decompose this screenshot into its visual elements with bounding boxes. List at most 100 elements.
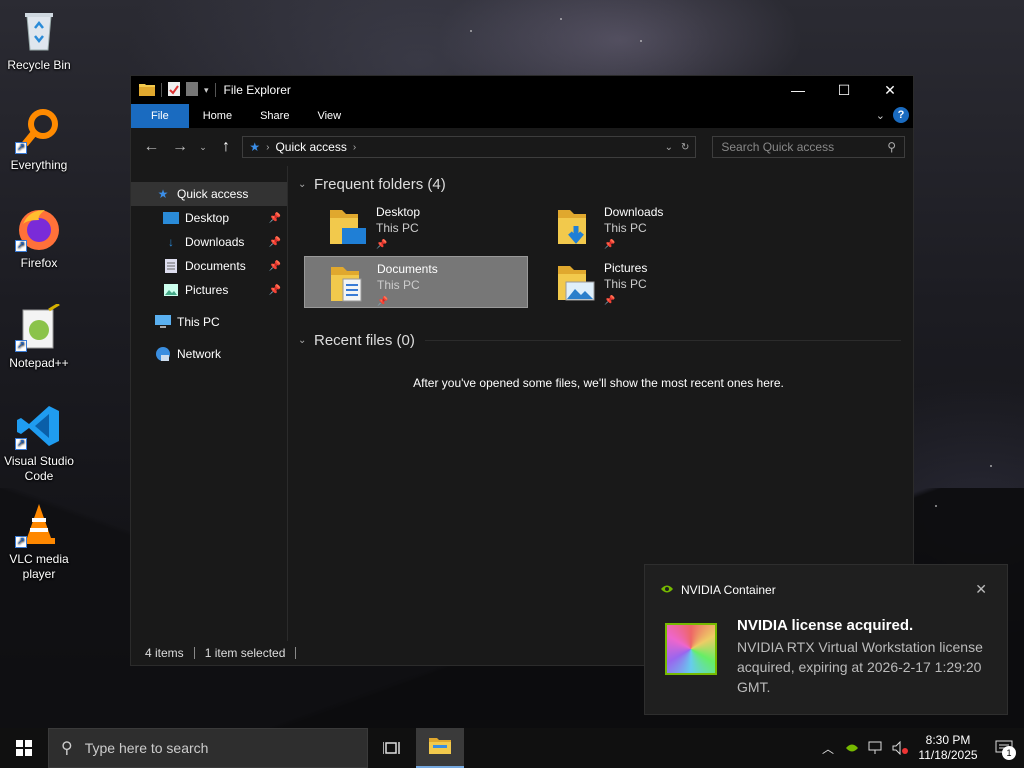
pin-icon: 📌 [604, 295, 616, 305]
folder-location: This PC [376, 221, 419, 235]
firefox-icon: ↗ [15, 204, 63, 252]
navigation-pane[interactable]: ★ Quick access Desktop 📌 ↓ Downloads 📌 D… [131, 166, 288, 641]
group-title: Frequent folders (4) [314, 175, 446, 193]
shortcut-arrow-icon: ↗ [15, 536, 27, 548]
refresh-icon[interactable]: ↻ [681, 142, 689, 153]
help-icon[interactable]: ? [893, 107, 909, 123]
close-icon[interactable]: ✕ [975, 581, 987, 598]
customize-toolbar-icon[interactable]: ▾ [204, 85, 209, 96]
toolbar-separator [214, 83, 216, 97]
nav-item-label: Pictures [185, 283, 229, 297]
quick-access-toolbar: ▾ [131, 81, 216, 99]
search-box[interactable]: Search Quick access ⚲ [712, 136, 906, 158]
nav-item-label: Network [177, 347, 222, 361]
tab-share[interactable]: Share [246, 104, 303, 128]
taskbar-search-box[interactable]: ⚲ Type here to search [48, 728, 368, 768]
pin-icon: 📌 [268, 284, 281, 296]
collapse-chevron-icon[interactable]: ⌄ [298, 179, 314, 190]
forward-arrow-icon[interactable]: → [168, 135, 193, 159]
documents-icon [163, 258, 179, 274]
folder-name: Desktop [376, 205, 421, 219]
desktop-icon-firefox[interactable]: ↗ Firefox [2, 204, 76, 271]
desktop-icon-vlc[interactable]: ↗ VLC media player [2, 500, 76, 582]
desktop-icon-notepadpp[interactable]: ↗ Notepad++ [2, 302, 76, 371]
pin-icon: 📌 [377, 296, 389, 306]
desktop-icon-recycle-bin[interactable]: Recycle Bin [2, 6, 76, 73]
new-folder-icon[interactable] [186, 81, 198, 99]
nav-item-downloads[interactable]: ↓ Downloads 📌 [131, 230, 287, 254]
this-pc-icon [155, 314, 171, 330]
desktop-icon-vscode[interactable]: ↗ Visual Studio Code [2, 402, 76, 484]
nav-item-quick-access[interactable]: ★ Quick access [131, 182, 287, 206]
folder-tile-desktop[interactable]: Desktop This PC 📌 [304, 200, 528, 252]
folder-name: Pictures [604, 261, 648, 275]
folder-tile-documents[interactable]: Documents This PC 📌 [304, 256, 528, 308]
breadcrumb-quick-access[interactable]: Quick access [275, 140, 346, 154]
folder-tile-pictures[interactable]: Pictures This PC 📌 [532, 256, 756, 308]
title-bar[interactable]: ▾ File Explorer — ☐ ✕ [131, 76, 913, 104]
search-icon: ⚲ [61, 740, 73, 757]
folder-name: Documents [377, 262, 438, 276]
properties-icon[interactable] [168, 81, 180, 99]
nav-item-network[interactable]: Network [131, 342, 287, 366]
navigation-bar: ← → ⌄ ↑ ★ › Quick access › ⌄ ↻ Search Qu… [131, 128, 913, 166]
task-view-icon[interactable] [368, 728, 416, 768]
frequent-folders-header[interactable]: ⌄ Frequent folders (4) [296, 170, 913, 198]
maximize-icon[interactable]: ☐ [821, 76, 867, 104]
minimize-icon[interactable]: — [775, 76, 821, 104]
vlc-icon: ↗ [15, 500, 63, 548]
breadcrumb-separator-icon[interactable]: › [266, 142, 269, 153]
search-placeholder: Search Quick access [721, 140, 835, 154]
recent-files-header[interactable]: ⌄ Recent files (0) [296, 326, 913, 354]
pin-icon: 📌 [268, 236, 281, 248]
taskbar: ⚲ Type here to search ︿ 8:30 PM 11/18/20… [0, 728, 1024, 768]
clock[interactable]: 8:30 PM 11/18/2025 [912, 733, 984, 763]
taskbar-file-explorer[interactable] [416, 728, 464, 768]
network-tray-icon[interactable] [864, 741, 888, 755]
address-bar[interactable]: ★ › Quick access › ⌄ ↻ [242, 136, 697, 158]
system-tray: ︿ 8:30 PM 11/18/2025 1 [816, 728, 1024, 768]
folder-tile-downloads[interactable]: Downloads This PC 📌 [532, 200, 756, 252]
nav-item-label: Desktop [185, 211, 230, 225]
up-arrow-icon[interactable]: ↑ [214, 135, 239, 159]
pictures-icon [163, 282, 179, 298]
desktop-icon-label: Firefox [20, 256, 58, 270]
desktop-icon [163, 210, 179, 226]
tab-view[interactable]: View [303, 104, 355, 128]
expand-ribbon-icon[interactable]: ⌄ [876, 109, 885, 122]
close-icon[interactable]: ✕ [867, 76, 913, 104]
notification-toast[interactable]: NVIDIA Container ✕ NVIDIA license acquir… [644, 564, 1008, 715]
show-hidden-icons-icon[interactable]: ︿ [816, 740, 840, 757]
frequent-folders-grid: Desktop This PC 📌 Downloads This PC 📌 Do… [296, 200, 913, 308]
ribbon-tabs: File Home Share View ⌄ ? [131, 104, 913, 128]
desktop-folder-icon [328, 204, 368, 248]
network-icon [155, 346, 171, 362]
toolbar-separator [161, 83, 162, 97]
nav-item-pictures[interactable]: Pictures 📌 [131, 278, 287, 302]
breadcrumb-separator-icon[interactable]: › [353, 142, 356, 153]
notification-body: NVIDIA RTX Virtual Workstation license a… [737, 639, 983, 695]
collapse-chevron-icon[interactable]: ⌄ [298, 335, 314, 346]
status-separator [295, 647, 297, 659]
recent-locations-chevron-icon[interactable]: ⌄ [196, 135, 209, 159]
address-dropdown-icon[interactable]: ⌄ [665, 142, 673, 153]
action-center-icon[interactable]: 1 [984, 728, 1024, 768]
tab-file[interactable]: File [131, 104, 189, 128]
nvidia-license-icon [665, 623, 717, 675]
tab-home[interactable]: Home [189, 104, 246, 128]
nvidia-tray-icon[interactable] [840, 743, 864, 753]
folder-location: This PC [604, 277, 647, 291]
volume-muted-icon[interactable] [888, 741, 912, 755]
desktop-icon-everything[interactable]: ↗ Everything [2, 106, 76, 173]
back-arrow-icon[interactable]: ← [139, 135, 164, 159]
window-controls: — ☐ ✕ [775, 76, 913, 104]
nav-item-desktop[interactable]: Desktop 📌 [131, 206, 287, 230]
item-count: 4 items [145, 646, 184, 660]
nav-item-documents[interactable]: Documents 📌 [131, 254, 287, 278]
pin-icon: 📌 [268, 260, 281, 272]
shortcut-arrow-icon: ↗ [15, 240, 27, 252]
windows-start-icon[interactable] [0, 728, 48, 768]
selection-count: 1 item selected [204, 646, 286, 660]
nav-item-this-pc[interactable]: This PC [131, 310, 287, 334]
downloads-folder-icon [556, 204, 596, 248]
